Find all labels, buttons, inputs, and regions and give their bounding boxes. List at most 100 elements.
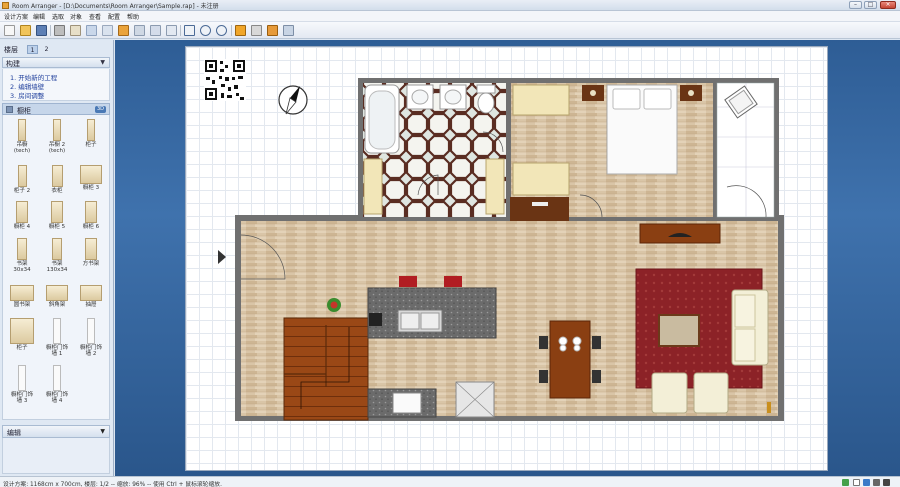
tray-icon[interactable]: [863, 479, 870, 486]
toolbar: [0, 22, 900, 39]
bar-stool-1[interactable]: [399, 276, 417, 287]
cabinet-item[interactable]: 吊橱 2 (tech): [41, 119, 73, 154]
status-bar: 设计方案: 1168cm x 700cm, 楼层: 1/2 -- 缩放: 96%…: [0, 476, 900, 487]
edit-title: 编辑: [7, 429, 21, 437]
menu-design[interactable]: 设计方案: [4, 12, 28, 21]
floor-tab-1[interactable]: 1: [27, 45, 38, 54]
status-text: 设计方案: 1168cm x 700cm, 楼层: 1/2 -- 缩放: 96%…: [3, 482, 222, 487]
maximize-button[interactable]: □: [864, 1, 877, 9]
cabinet-item[interactable]: 橱柜 3: [75, 165, 107, 191]
design-canvas[interactable]: [185, 46, 828, 471]
cabinet-item[interactable]: 圆书架: [6, 285, 38, 308]
build-steps: 1. 开始新的工程 2. 编辑墙壁 3. 房间调整: [2, 69, 110, 101]
coffee-table[interactable]: [658, 314, 700, 347]
title-bar: Room Arranger - [D:\Documents\Room Arran…: [0, 0, 900, 11]
print-icon[interactable]: [54, 25, 65, 36]
cabinet-item[interactable]: 柜子: [75, 119, 107, 148]
bath-cabinet-right[interactable]: [485, 158, 505, 215]
cabinet-item[interactable]: 抽屉: [75, 285, 107, 308]
chevron-down-icon: ▼: [100, 428, 105, 435]
menu-view[interactable]: 查看: [89, 12, 101, 21]
cabinet-item[interactable]: 橱柜 5: [41, 201, 73, 230]
cabinet-item[interactable]: 书架 30x34: [6, 238, 38, 273]
left-panel: 楼层 1 2 构建 ▼ 1. 开始新的工程 2. 编辑墙壁 3. 房间调整 橱柜…: [0, 40, 114, 476]
redo-icon[interactable]: [134, 25, 145, 36]
zoom-fit-icon[interactable]: [184, 25, 195, 36]
armchair-right[interactable]: [693, 372, 729, 414]
workspace: [115, 40, 900, 476]
cabinet-item[interactable]: 橱柜门饰墙 2: [75, 318, 107, 357]
edit-panel: [2, 438, 110, 474]
cabinet-item[interactable]: 柜子 2: [6, 165, 38, 194]
floors-label: 楼层: [4, 46, 18, 54]
build-section-header[interactable]: 构建 ▼: [2, 57, 110, 68]
cabinet-item[interactable]: 橱柜门饰墙 4: [41, 365, 73, 404]
desk[interactable]: [510, 197, 569, 224]
menu-help[interactable]: 帮助: [127, 12, 139, 21]
grid-icon[interactable]: [150, 25, 161, 36]
bar-stool-2[interactable]: [444, 276, 462, 287]
bedroom-cabinet-top[interactable]: [512, 84, 570, 116]
cabinet-icon: [6, 106, 13, 113]
cabinet-item[interactable]: 斜角架: [41, 285, 73, 308]
tray-icon[interactable]: [842, 479, 849, 486]
layers-icon[interactable]: [166, 25, 177, 36]
armchair-left[interactable]: [651, 372, 688, 414]
zoom-out-icon[interactable]: [216, 25, 227, 36]
copy-icon[interactable]: [70, 25, 81, 36]
tray-icon[interactable]: [873, 479, 880, 486]
minimize-button[interactable]: –: [849, 1, 862, 9]
menu-object[interactable]: 对象: [70, 12, 82, 21]
zoom-in-icon[interactable]: [200, 25, 211, 36]
close-button[interactable]: ×: [880, 1, 896, 9]
cabinet-item[interactable]: 橱柜门饰墙 1: [41, 318, 73, 357]
2d-view-icon[interactable]: [235, 25, 246, 36]
dining-table[interactable]: [549, 320, 591, 399]
app-icon: [2, 2, 9, 9]
bedroom-cabinet-bottom[interactable]: [512, 162, 570, 196]
open-icon[interactable]: [20, 25, 31, 36]
floor-plan[interactable]: [186, 47, 829, 472]
undo-icon[interactable]: [118, 25, 129, 36]
dining-chair[interactable]: [539, 370, 548, 383]
new-icon[interactable]: [4, 25, 15, 36]
compass-icon: [278, 85, 308, 115]
3d-object-icon[interactable]: [267, 25, 278, 36]
dining-chair[interactable]: [592, 336, 601, 349]
cabinet-item[interactable]: 方书架: [75, 238, 107, 267]
chevron-down-icon: ▼: [100, 59, 105, 66]
dining-chair[interactable]: [539, 336, 548, 349]
cabinet-list: 吊橱 (tech) 吊橱 2 (tech) 柜子 柜子 2 衣柜 橱柜 3 橱柜 4: [2, 115, 110, 420]
toilet[interactable]: [476, 84, 496, 94]
menu-bar: 设计方案 编辑 选取 对象 查看 配置 帮助: [0, 11, 900, 22]
qr-code: [204, 59, 246, 101]
cabinet-item[interactable]: 吊橱 (tech): [6, 119, 38, 154]
edit-section-header[interactable]: 编辑 ▼: [2, 425, 110, 438]
cabinet-item[interactable]: 书架 130x34: [41, 238, 73, 273]
walk-icon[interactable]: [283, 25, 294, 36]
menu-config[interactable]: 配置: [108, 12, 120, 21]
cabinet-item[interactable]: 橱柜 6: [75, 201, 107, 230]
entrance-arrow: [218, 250, 226, 264]
save-icon[interactable]: [36, 25, 47, 36]
3d-view-icon[interactable]: [251, 25, 262, 36]
tray-icon[interactable]: [853, 479, 860, 486]
cabinet-item[interactable]: 橱柜 4: [6, 201, 38, 230]
bath-cabinet-left[interactable]: [363, 158, 383, 215]
cabinet-item[interactable]: 橱柜门饰墙 3: [6, 365, 38, 404]
3d-badge[interactable]: 3D: [95, 106, 106, 113]
window-title: Room Arranger - [D:\Documents\Room Arran…: [12, 3, 219, 10]
cabinet-item[interactable]: 衣柜: [41, 165, 73, 194]
floor-tab-2[interactable]: 2: [41, 45, 52, 54]
cooktop[interactable]: [392, 392, 422, 414]
cabinet-item[interactable]: 柜子: [6, 318, 38, 351]
menu-select[interactable]: 选取: [52, 12, 64, 21]
measure-icon[interactable]: [102, 25, 113, 36]
cabinet-category-header[interactable]: 橱柜 3D: [2, 103, 110, 115]
tray-icon[interactable]: [883, 479, 890, 486]
dining-chair[interactable]: [592, 370, 601, 383]
paint-icon[interactable]: [86, 25, 97, 36]
floor-tabs: 楼层 1 2: [2, 43, 110, 55]
build-step-room-adjust[interactable]: 3. 房间调整: [10, 90, 44, 100]
menu-edit[interactable]: 编辑: [33, 12, 45, 21]
